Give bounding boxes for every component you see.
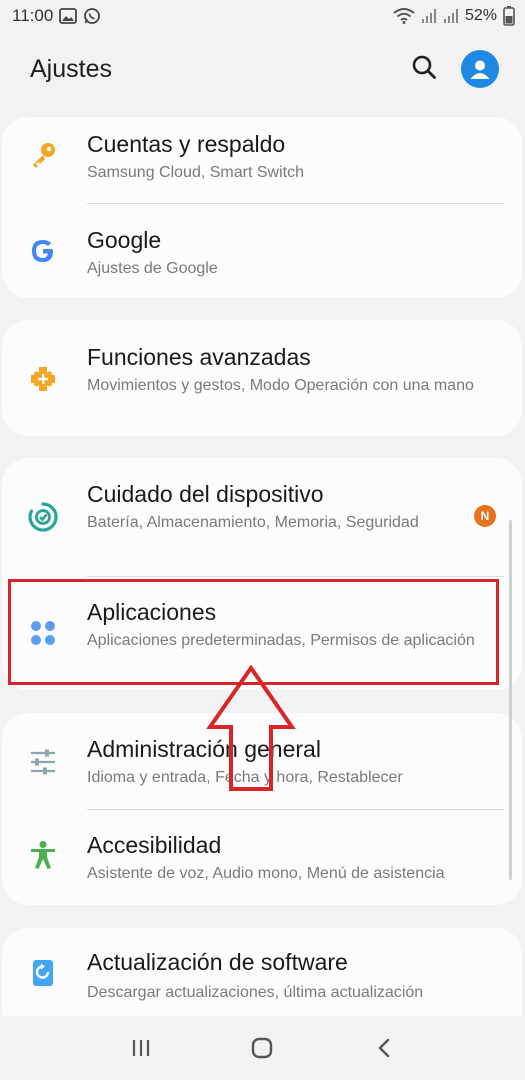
status-left: 11:00 (12, 6, 101, 26)
list-item-administracion-general[interactable]: Administración general Idioma y entrada,… (2, 713, 522, 809)
item-title: Cuidado del dispositivo (87, 481, 324, 507)
google-icon (26, 234, 60, 268)
item-subtitle: Batería, Almacenamiento, Memoria, Seguri… (87, 514, 419, 531)
item-title: Funciones avanzadas (87, 344, 311, 370)
signal-icon (421, 8, 437, 24)
status-right: 52% (393, 6, 515, 26)
item-subtitle: Movimientos y gestos, Modo Operación con… (87, 377, 474, 394)
whatsapp-icon (83, 7, 101, 25)
list-item-accesibilidad[interactable]: Accesibilidad Asistente de voz, Audio mo… (2, 809, 522, 905)
back-icon[interactable] (364, 1028, 404, 1068)
item-subtitle: Descargar actualizaciones, última actual… (87, 984, 424, 1001)
list-item-actualizacion-software[interactable]: Actualización de software Descargar actu… (2, 928, 522, 1024)
item-subtitle: Samsung Cloud, Smart Switch (87, 164, 304, 181)
item-title: Google (87, 227, 162, 253)
header: Ajustes (0, 38, 525, 100)
navigation-bar (0, 1016, 525, 1080)
item-title: Cuentas y respaldo (87, 131, 286, 157)
item-title: Administración general (87, 736, 321, 762)
apps-icon (26, 616, 60, 650)
sliders-icon (26, 745, 60, 779)
item-title: Accesibilidad (87, 832, 222, 858)
page-title: Ajustes (30, 54, 112, 83)
header-actions (411, 50, 499, 88)
item-subtitle: Asistente de voz, Audio mono, Menú de as… (87, 865, 445, 882)
list-item-funciones-avanzadas[interactable]: Funciones avanzadas Movimientos y gestos… (2, 320, 522, 436)
divider (87, 203, 504, 204)
accessibility-icon (26, 838, 60, 872)
search-icon[interactable] (411, 54, 437, 85)
notification-badge: N (474, 505, 496, 527)
item-title: Aplicaciones (87, 599, 217, 625)
account-icon[interactable] (461, 50, 499, 88)
gallery-icon (59, 8, 78, 24)
status-time: 11:00 (12, 6, 54, 25)
settings-card-advanced: Funciones avanzadas Movimientos y gestos… (2, 320, 522, 436)
item-subtitle: Idioma y entrada, Fecha y hora, Restable… (87, 769, 403, 786)
item-subtitle: Ajustes de Google (87, 260, 218, 277)
software-update-icon (26, 956, 60, 990)
item-title: Actualización de software (87, 949, 348, 975)
list-item-google[interactable]: Google Ajustes de Google (2, 205, 522, 298)
key-icon (26, 138, 60, 172)
battery-percent: 52% (464, 7, 497, 24)
settings-card-accounts: Cuentas y respaldo Samsung Cloud, Smart … (2, 117, 522, 298)
wifi-icon (393, 8, 415, 24)
list-item-aplicaciones[interactable]: Aplicaciones Aplicaciones predeterminada… (2, 576, 522, 690)
battery-icon (503, 6, 515, 26)
home-icon[interactable] (242, 1028, 282, 1068)
list-item-cuentas-respaldo[interactable]: Cuentas y respaldo Samsung Cloud, Smart … (2, 117, 522, 205)
settings-card-general: Administración general Idioma y entrada,… (2, 713, 522, 905)
device-care-icon (26, 500, 60, 534)
settings-card-device: Cuidado del dispositivo Batería, Almacen… (2, 458, 522, 690)
item-subtitle: Aplicaciones predeterminadas, Permisos d… (87, 632, 475, 649)
recents-icon[interactable] (121, 1028, 161, 1068)
status-bar: 11:00 52% (0, 0, 525, 32)
scrollbar-thumb[interactable] (509, 520, 512, 880)
puzzle-plus-icon (26, 362, 60, 396)
signal-icon (443, 8, 459, 24)
list-item-cuidado-dispositivo[interactable]: Cuidado del dispositivo Batería, Almacen… (2, 458, 522, 576)
